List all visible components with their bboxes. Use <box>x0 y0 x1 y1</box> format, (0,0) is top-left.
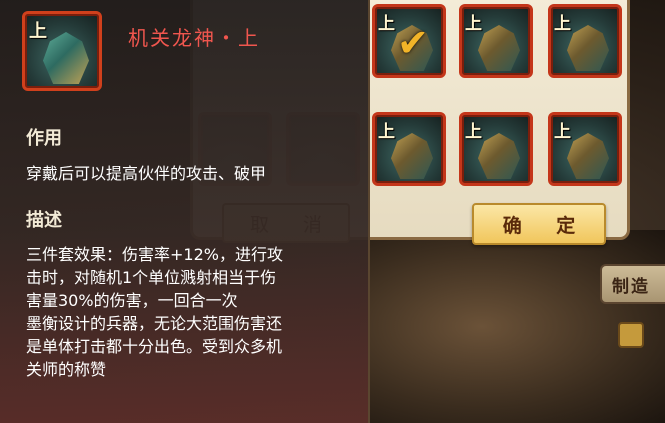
grade-tag: 上 <box>378 14 395 34</box>
description-text: 三件套效果：伤害率+12%，进行攻 击时，对随机1个单位溅射相当于伤 害量30%… <box>26 243 356 381</box>
confirm-button[interactable]: 确 定 <box>472 203 606 245</box>
description-line: 害量30%的伤害，一回合一次 <box>26 291 238 310</box>
equipment-slot[interactable]: 上 <box>548 4 622 78</box>
description-line: 墨衡设计的兵器，无论大范围伤害还 <box>26 314 283 333</box>
description-line: 三件套效果：伤害率+12%，进行攻 <box>26 245 283 264</box>
equipment-slot-selected[interactable]: 上 ✔ <box>372 4 446 78</box>
craft-button[interactable]: 制造 <box>600 264 665 304</box>
description-line: 击时，对随机1个单位溅射相当于伤 <box>26 268 277 287</box>
gold-box-icon[interactable] <box>618 322 644 348</box>
grade-tag: 上 <box>554 14 571 34</box>
mecha-dragon-icon <box>478 133 520 179</box>
mecha-dragon-icon <box>391 133 433 179</box>
checkmark-icon: ✔ <box>397 21 429 65</box>
grade-tag: 上 <box>29 21 47 42</box>
description-line: 关师的称赞 <box>26 360 107 379</box>
grade-tag: 上 <box>554 122 571 142</box>
grade-tag: 上 <box>465 14 482 34</box>
equipment-slot[interactable]: 上 <box>372 112 446 186</box>
mecha-dragon-icon <box>478 25 520 71</box>
mecha-dragon-icon <box>567 133 609 179</box>
grade-tag: 上 <box>465 122 482 142</box>
equipment-slot[interactable]: 上 <box>459 112 533 186</box>
equipment-slot[interactable]: 上 <box>548 112 622 186</box>
description-heading: 描述 <box>26 210 62 231</box>
item-tooltip: 上 机关龙神・上 作用 穿戴后可以提高伙伴的攻击、破甲 描述 三件套效果：伤害率… <box>0 0 370 423</box>
usage-heading: 作用 <box>26 128 62 149</box>
equipment-slot[interactable]: 上 <box>459 4 533 78</box>
mecha-dragon-icon <box>567 25 609 71</box>
description-line: 是单体打击都十分出色。受到众多机 <box>26 337 283 356</box>
item-name: 机关龙神・上 <box>128 26 260 50</box>
item-icon-frame: 上 <box>22 11 102 91</box>
mecha-dragon-god-icon <box>43 32 89 84</box>
usage-text: 穿戴后可以提高伙伴的攻击、破甲 <box>26 164 267 183</box>
grade-tag: 上 <box>378 122 395 142</box>
